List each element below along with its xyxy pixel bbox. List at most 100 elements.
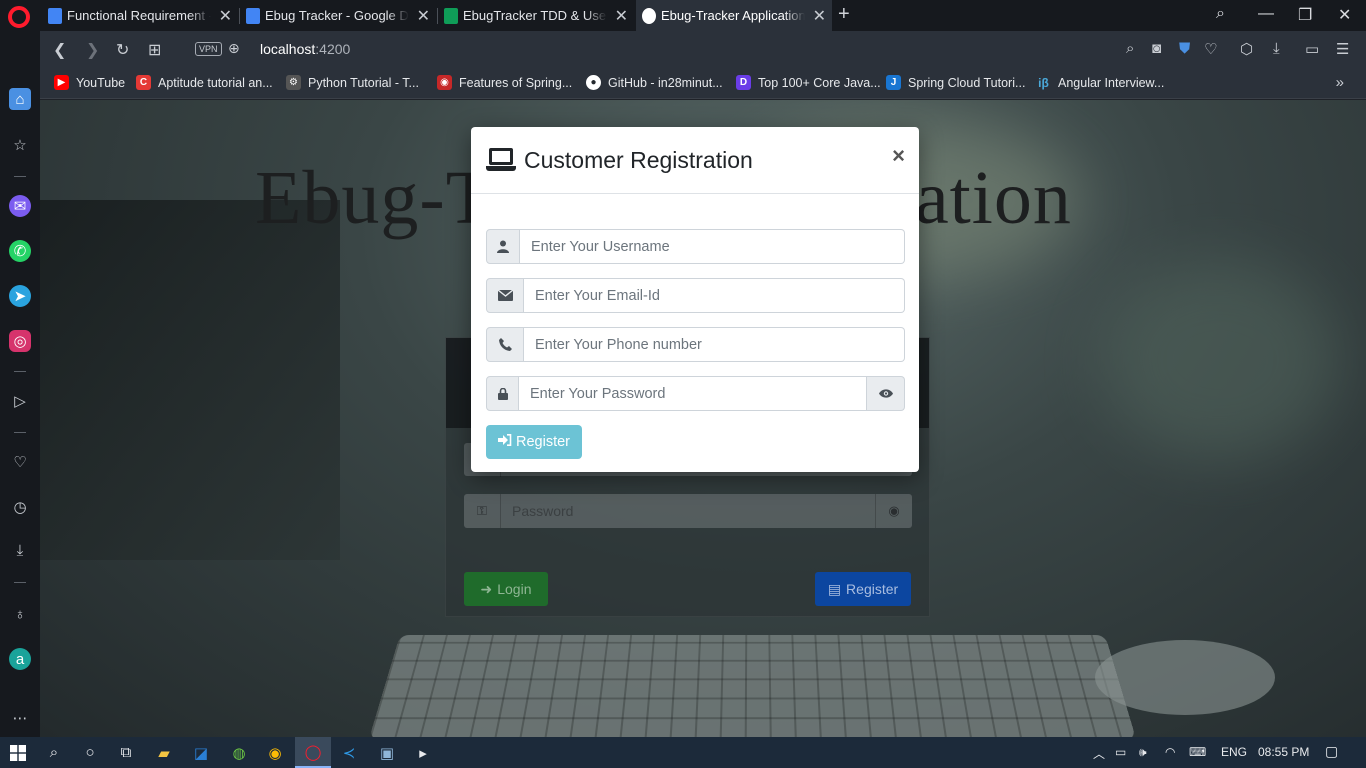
- windows-start-icon[interactable]: [0, 737, 36, 768]
- register-button[interactable]: Register: [486, 425, 582, 459]
- close-window-button[interactable]: ✕: [1338, 5, 1351, 25]
- adblock-shield-icon[interactable]: ⛊: [1179, 40, 1190, 57]
- bookmark-python-tutorial[interactable]: ⚙ Python Tutorial - T...: [286, 75, 419, 90]
- reload-icon[interactable]: ↻: [116, 40, 129, 60]
- more-bookmarks-icon[interactable]: »: [1336, 74, 1344, 91]
- modal-close-button[interactable]: ×: [892, 143, 905, 169]
- chrome-icon[interactable]: ◉: [257, 737, 293, 768]
- google-docs-icon: [48, 7, 62, 24]
- eye-icon[interactable]: ◉: [875, 494, 912, 528]
- forward-icon[interactable]: ❯: [86, 40, 99, 60]
- camera-icon[interactable]: ◙: [1152, 40, 1161, 57]
- sql-developer-icon[interactable]: ▣: [369, 737, 405, 768]
- whatsapp-icon[interactable]: ✆: [9, 240, 31, 262]
- phone-input[interactable]: Enter Your Phone number: [524, 327, 905, 362]
- messenger-icon[interactable]: ✉: [9, 195, 31, 217]
- tab-ebug-tracker-doc[interactable]: Ebug Tracker - Google Doc ✕: [240, 0, 436, 31]
- password-input[interactable]: Enter Your Password: [519, 376, 867, 411]
- open-register-button[interactable]: ▤ Register: [815, 572, 911, 606]
- minimize-button[interactable]: —: [1258, 5, 1274, 23]
- heart-icon[interactable]: ♡: [1204, 40, 1217, 58]
- phone-icon: [486, 327, 524, 362]
- language-indicator[interactable]: ENG: [1221, 745, 1247, 759]
- tab-snapshot-icon[interactable]: ⊞: [148, 40, 161, 60]
- tab-ebugtracker-tdd[interactable]: EbugTracker TDD & UserSto ✕: [438, 0, 634, 31]
- email-group: Enter Your Email-Id: [486, 278, 905, 313]
- url-field[interactable]: localhost:4200: [260, 41, 350, 57]
- user-icon: [486, 229, 520, 264]
- instagram-icon[interactable]: ◎: [9, 330, 31, 352]
- downloads-icon[interactable]: ⤓: [1273, 40, 1280, 57]
- keyboard-icon[interactable]: ⌨: [1189, 745, 1206, 759]
- modal-body: Enter Your Username Enter Your Email-Id …: [471, 194, 919, 459]
- back-icon[interactable]: ❮: [53, 40, 66, 60]
- bookmarks-heart-icon[interactable]: ♡: [9, 451, 31, 473]
- clock[interactable]: 08:55 PM: [1258, 745, 1309, 759]
- login-password-input[interactable]: ⚿ Password ◉: [464, 494, 912, 528]
- sidebar-more-icon[interactable]: ⋯: [9, 707, 31, 729]
- bookmark-features-of-spring[interactable]: ◉ Features of Spring...: [437, 75, 572, 90]
- easy-setup-icon[interactable]: ☰: [1336, 40, 1349, 58]
- modal-header: Customer Registration ×: [471, 127, 919, 194]
- task-view-icon[interactable]: ⧉: [108, 737, 144, 768]
- pin-icon[interactable]: ☆: [9, 134, 31, 156]
- bookmark-core-java[interactable]: D Top 100+ Core Java...: [736, 75, 881, 90]
- bookmark-aptitude[interactable]: C Aptitude tutorial an...: [136, 75, 273, 90]
- bookmark-spring-cloud[interactable]: J Spring Cloud Tutori...: [886, 75, 1025, 90]
- tab-functional-requirement[interactable]: Functional Requirement - G ✕: [42, 0, 238, 31]
- notifications-icon[interactable]: ▢: [1325, 743, 1338, 760]
- vpn-badge[interactable]: VPN: [195, 42, 222, 56]
- envelope-icon: [486, 278, 524, 313]
- background-keyboard: [368, 634, 1137, 737]
- spring-tool-suite-icon[interactable]: ◍: [221, 737, 257, 768]
- home-icon[interactable]: ⌂: [9, 88, 31, 110]
- search-tabs-icon[interactable]: ⌕: [1216, 5, 1225, 23]
- username-group: Enter Your Username: [486, 229, 905, 264]
- tips-lightbulb-icon[interactable]: ♁: [9, 603, 31, 625]
- browser-tab-strip: Functional Requirement - G ✕ Ebug Tracke…: [0, 0, 1366, 31]
- vscode-icon[interactable]: ≺: [331, 737, 367, 768]
- bookmark-github[interactable]: ● GitHub - in28minut...: [586, 75, 723, 90]
- phone-group: Enter Your Phone number: [486, 327, 905, 362]
- python-icon: ⚙: [286, 75, 301, 90]
- opera-logo-icon[interactable]: [8, 6, 30, 28]
- tab-close-icon[interactable]: ✕: [219, 6, 232, 26]
- wifi-icon[interactable]: ◠: [1165, 745, 1175, 759]
- tab-close-icon[interactable]: ✕: [813, 6, 826, 26]
- downloads-sidebar-icon[interactable]: ⤓: [9, 539, 31, 561]
- tab-close-icon[interactable]: ✕: [417, 6, 430, 26]
- globe-icon[interactable]: ⊕: [228, 40, 240, 57]
- login-button[interactable]: ➜ Login: [464, 572, 548, 606]
- bookmark-youtube[interactable]: ▶ YouTube: [54, 75, 125, 90]
- opera-taskbar-icon[interactable]: ◯: [295, 737, 331, 768]
- new-tab-button[interactable]: +: [838, 3, 850, 26]
- volume-icon[interactable]: 🕪: [1139, 745, 1147, 760]
- telegram-icon[interactable]: ➤: [9, 285, 31, 307]
- history-icon[interactable]: ◷: [9, 496, 31, 518]
- show-hidden-icons[interactable]: ︿: [1093, 745, 1105, 762]
- file-explorer-icon[interactable]: ▰: [146, 737, 182, 768]
- github-icon: ●: [586, 75, 601, 90]
- key-icon: ⚿: [464, 494, 501, 528]
- restore-button[interactable]: ❐: [1298, 5, 1312, 25]
- tab-close-icon[interactable]: ✕: [615, 6, 628, 26]
- extensions-cube-icon[interactable]: ⬡: [1240, 40, 1253, 58]
- search-icon[interactable]: ⌕: [36, 737, 72, 768]
- cortana-icon[interactable]: ○: [72, 737, 108, 768]
- sign-in-icon: ➜: [480, 580, 493, 597]
- battery-icon[interactable]: ▭: [1115, 745, 1126, 759]
- username-input[interactable]: Enter Your Username: [520, 229, 905, 264]
- aria-icon[interactable]: a: [9, 648, 31, 670]
- tab-ebug-tracker-application[interactable]: Ebug-Tracker Application ✕: [636, 0, 832, 31]
- laptop-icon: [486, 148, 516, 172]
- windows-taskbar: ⌕ ○ ⧉ ▰ ◪ ◍ ◉ ◯ ≺ ▣ ▸ ︿ ▭ 🕪 ◠ ⌨ ENG 08:5…: [0, 737, 1366, 768]
- search-in-page-icon[interactable]: ⌕: [1126, 40, 1134, 57]
- eye-icon[interactable]: [867, 376, 905, 411]
- player-icon[interactable]: ▷: [9, 390, 31, 412]
- outlook-icon[interactable]: ◪: [183, 737, 219, 768]
- bookmark-angular-interview[interactable]: iβ Angular Interview...: [1036, 75, 1164, 90]
- interviewbit-icon: iβ: [1038, 75, 1049, 90]
- app-icon[interactable]: ▸: [405, 737, 441, 768]
- battery-saver-icon[interactable]: ▭: [1305, 40, 1319, 58]
- email-input[interactable]: Enter Your Email-Id: [524, 278, 905, 313]
